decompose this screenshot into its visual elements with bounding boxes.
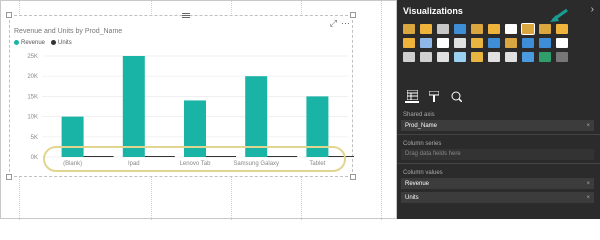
map-icon[interactable]: [522, 38, 534, 48]
stacked-bar-icon[interactable]: [403, 24, 415, 34]
clustered-column-icon[interactable]: [454, 24, 466, 34]
ribbon-icon[interactable]: [420, 38, 432, 48]
pie-icon[interactable]: [471, 38, 483, 48]
slicer-icon[interactable]: [471, 52, 483, 62]
multirow-card-icon[interactable]: [437, 52, 449, 62]
line-clustered-column-icon[interactable]: [403, 38, 415, 48]
kpi-icon[interactable]: [454, 52, 466, 62]
stacked-area-icon[interactable]: [539, 24, 551, 34]
scatter-icon[interactable]: [454, 38, 466, 48]
more-icon[interactable]: [556, 52, 568, 62]
globe-icon[interactable]: [539, 52, 551, 62]
r-visual-icon[interactable]: [522, 52, 534, 62]
fields-wells: Shared axis Prod_Name × Column series Dra…: [397, 108, 600, 206]
guide-line: [381, 1, 382, 220]
y-tick-label: 15K: [27, 94, 38, 100]
axis-highlight-ellipse: [43, 146, 346, 172]
remove-field-icon[interactable]: ×: [586, 195, 590, 201]
y-tick-label: 0K: [31, 155, 38, 161]
format-tab-icon[interactable]: [427, 89, 441, 103]
treemap-icon[interactable]: [505, 38, 517, 48]
column-value-units[interactable]: Units ×: [401, 192, 594, 203]
bar-samsung-galaxy[interactable]: [245, 76, 268, 157]
filled-map-icon[interactable]: [539, 38, 551, 48]
remove-field-icon[interactable]: ×: [586, 123, 590, 129]
analytics-tab-icon[interactable]: [449, 89, 463, 103]
column-value-revenue[interactable]: Revenue ×: [401, 178, 594, 189]
donut-icon[interactable]: [488, 38, 500, 48]
column-values-label: Column values: [403, 170, 443, 176]
funnel-icon[interactable]: [556, 38, 568, 48]
pointer-arrow-icon: [550, 8, 568, 22]
collapse-pane-icon[interactable]: ›: [591, 4, 594, 15]
fields-tab-icon[interactable]: [405, 89, 419, 103]
visualization-icon-grid: [403, 23, 593, 64]
line-icon[interactable]: [505, 24, 517, 34]
column-series-label: Column series: [403, 141, 442, 147]
y-tick-label: 5K: [31, 135, 38, 141]
clustered-bar-icon[interactable]: [437, 24, 449, 34]
y-tick-label: 20K: [27, 74, 38, 80]
gauge-icon[interactable]: [403, 52, 415, 62]
bar-ipad[interactable]: [122, 56, 145, 157]
pane-title: Visualizations: [403, 6, 463, 16]
100-bar-icon[interactable]: [471, 24, 483, 34]
stacked-column-icon[interactable]: [420, 24, 432, 34]
shared-axis-field[interactable]: Prod_Name ×: [401, 120, 594, 131]
card-icon[interactable]: [420, 52, 432, 62]
100-column-icon[interactable]: [488, 24, 500, 34]
y-tick-label: 10K: [27, 115, 38, 121]
y-tick-label: 25K: [27, 54, 38, 60]
area-icon[interactable]: [521, 23, 535, 35]
matrix-icon[interactable]: [505, 52, 517, 62]
table-icon[interactable]: [488, 52, 500, 62]
remove-field-icon[interactable]: ×: [586, 181, 590, 187]
line-column-icon[interactable]: [556, 24, 568, 34]
pane-tabs: [397, 86, 600, 106]
shared-axis-label: Shared axis: [403, 112, 435, 118]
report-canvas[interactable]: ⤢ ⋯ Revenue and Units by Prod_Name Reven…: [0, 0, 397, 220]
visualizations-pane: Visualizations › Shared axis Prod_Name × …: [397, 0, 600, 219]
waterfall-icon[interactable]: [437, 38, 449, 48]
column-series-drop-zone[interactable]: Drag data fields here: [401, 149, 594, 160]
